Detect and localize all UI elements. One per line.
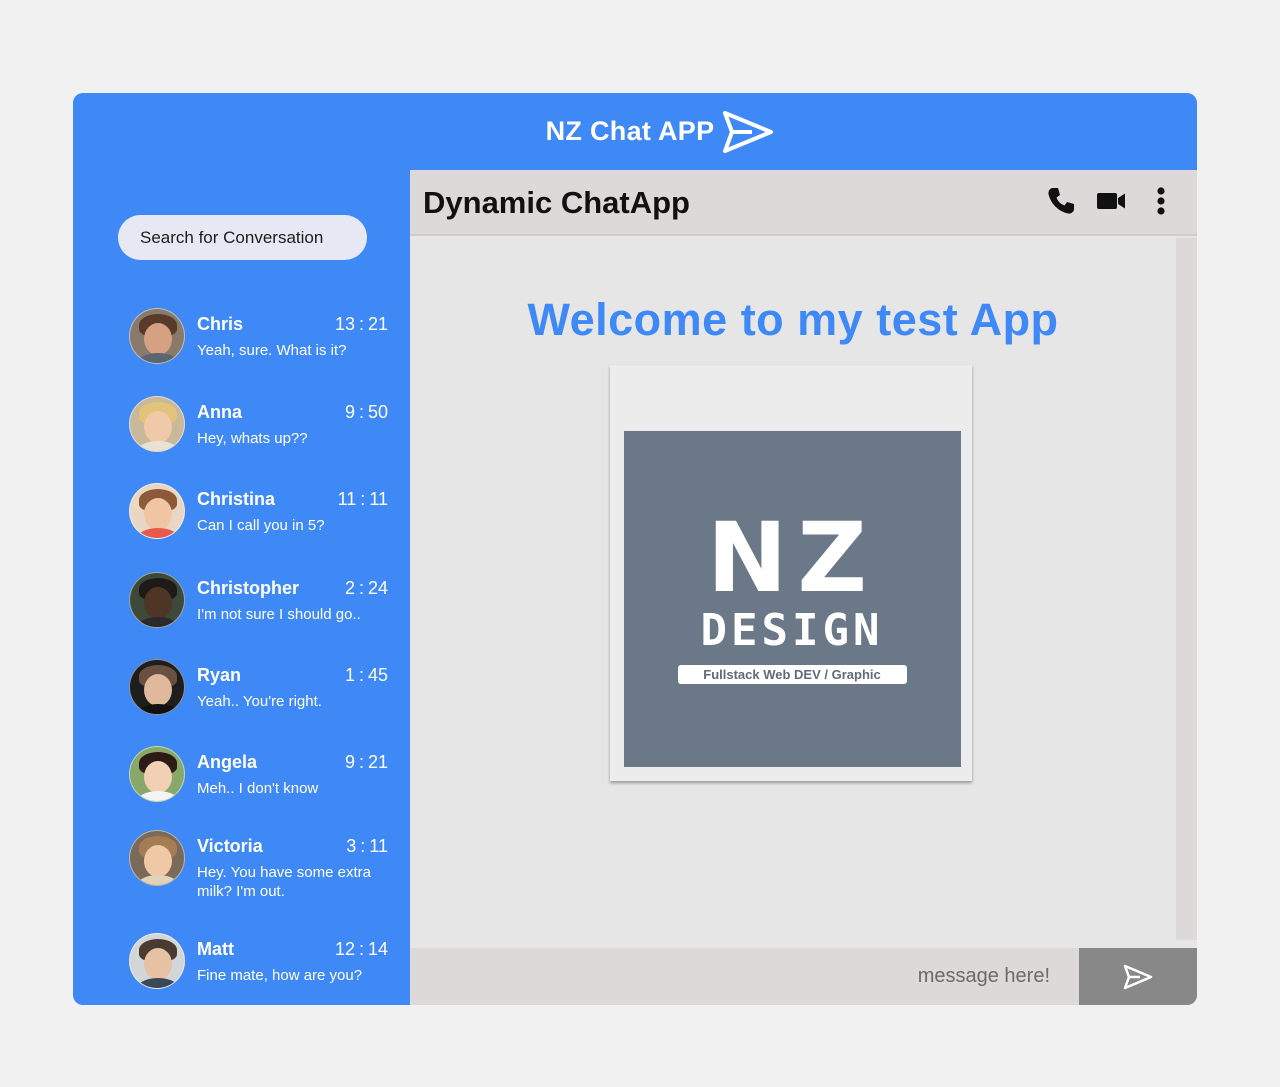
chat-app-window: NZ Chat APP Search for Conversation Chri… [73, 93, 1197, 1005]
conversation-name: Matt [197, 939, 234, 959]
send-button[interactable] [1079, 948, 1197, 1005]
conversation-preview: Can I call you in 5? [197, 517, 325, 534]
conversation-item-christopher[interactable]: Christopher 2 : 24 I'm not sure I should… [129, 572, 394, 642]
conversation-preview: Meh.. I don't know [197, 780, 319, 797]
conversation-item-anna[interactable]: Anna 9 : 50 Hey, whats up?? [129, 396, 394, 466]
message-input[interactable] [410, 948, 1079, 1005]
search-conversation-button[interactable]: Search for Conversation [118, 215, 367, 260]
welcome-heading: Welcome to my test App [527, 294, 1059, 345]
conversation-name: Victoria [197, 836, 263, 856]
conversation-item-chris[interactable]: Chris 13 : 21 Yeah, sure. What is it? [129, 308, 394, 378]
conversation-preview: Hey, whats up?? [197, 430, 308, 447]
conversation-sidebar: Search for Conversation Chris 13 : 21 Ye… [73, 170, 410, 1005]
send-plane-icon [1123, 964, 1153, 989]
conversation-name: Anna [197, 402, 242, 422]
conversation-preview: I'm not sure I should go.. [197, 606, 361, 623]
avatar [129, 746, 185, 802]
avatar [129, 483, 185, 539]
conversation-time: 1 : 45 [344, 665, 388, 685]
conversation-preview: Hey. You have some extra milk? I'm out. [197, 864, 371, 900]
conversation-time: 13 : 21 [334, 314, 388, 334]
send-plane-icon [723, 110, 774, 153]
more-vertical-icon[interactable] [1145, 185, 1177, 217]
avatar [129, 572, 185, 628]
nz-design-logo: NZ DESIGN Fullstack Web DEV / Graphic [624, 431, 961, 767]
conversation-item-matt[interactable]: Matt 12 : 14 Fine mate, how are you? [129, 933, 394, 1003]
conversation-name: Ryan [197, 665, 242, 685]
nz-design-logo-graphic: NZ DESIGN Fullstack Web DEV / Graphic [678, 502, 907, 684]
conversation-time: 9 : 21 [344, 752, 388, 772]
video-camera-icon[interactable] [1095, 185, 1127, 217]
conversation-preview: Yeah, sure. What is it? [197, 342, 347, 359]
conversation-name: Christina [197, 489, 276, 509]
chat-title: Dynamic ChatApp [423, 185, 690, 220]
chat-scrollbar[interactable] [1176, 238, 1197, 940]
logo-image-card: NZ DESIGN Fullstack Web DEV / Graphic [610, 365, 972, 781]
conversation-time: 3 : 11 [346, 836, 388, 856]
message-composer [410, 948, 1197, 1005]
avatar [129, 830, 185, 886]
chat-panel: Dynamic ChatApp Welcome to my test App N… [410, 170, 1197, 1005]
logo-nz-text: NZ [707, 502, 877, 614]
conversation-time: 11 : 11 [337, 489, 388, 509]
conversation-preview: Fine mate, how are you? [197, 967, 363, 984]
avatar [129, 659, 185, 715]
app-title: NZ Chat APP [545, 116, 715, 146]
app-header: NZ Chat APP [73, 93, 1197, 170]
conversation-item-ryan[interactable]: Ryan 1 : 45 Yeah.. You're right. [129, 659, 394, 729]
conversation-preview: Yeah.. You're right. [197, 693, 322, 710]
conversation-name: Angela [197, 752, 258, 772]
logo-tagline: Fullstack Web DEV / Graphic [703, 667, 880, 682]
avatar [129, 933, 185, 989]
avatar [129, 396, 185, 452]
conversation-name: Christopher [197, 578, 300, 598]
chat-header: Dynamic ChatApp [410, 170, 1197, 236]
logo-design-text: DESIGN [701, 605, 884, 656]
conversation-time: 9 : 50 [344, 402, 388, 422]
conversation-time: 12 : 14 [334, 939, 388, 959]
conversation-item-christina[interactable]: Christina 11 : 11 Can I call you in 5? [129, 483, 394, 553]
conversation-item-victoria[interactable]: Victoria 3 : 11 Hey. You have some extra… [129, 830, 394, 900]
conversation-name: Chris [197, 314, 244, 334]
conversation-time: 2 : 24 [344, 578, 388, 598]
phone-icon[interactable] [1045, 185, 1077, 217]
avatar [129, 308, 185, 364]
conversation-item-angela[interactable]: Angela 9 : 21 Meh.. I don't know [129, 746, 394, 816]
